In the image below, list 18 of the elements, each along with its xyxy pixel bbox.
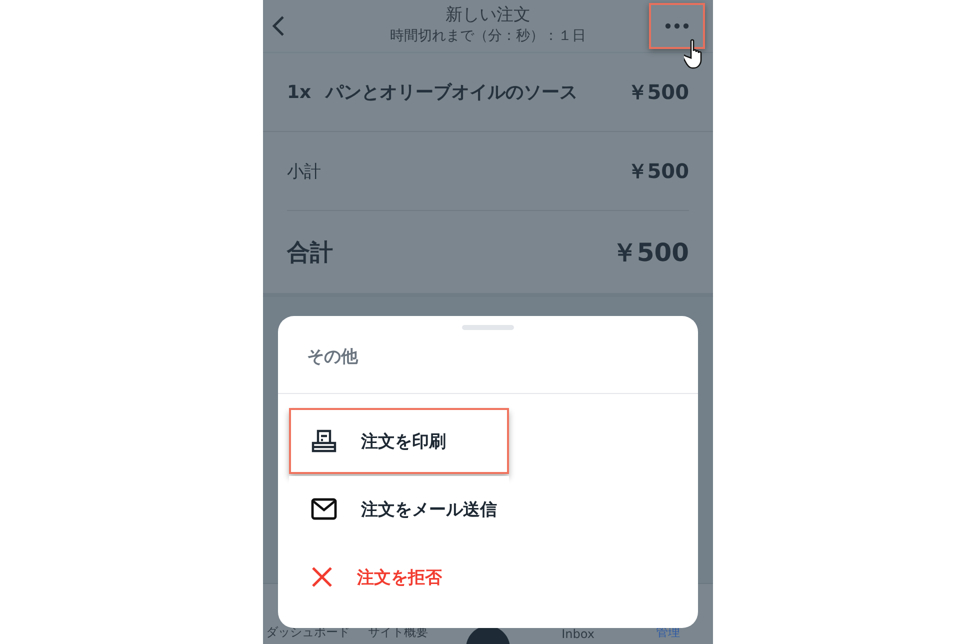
more-button[interactable] (649, 3, 705, 49)
subtotal-value: ￥500 (627, 158, 689, 184)
subtotal-label: 小計 (287, 160, 321, 182)
item-price: ￥500 (627, 78, 689, 106)
close-icon (311, 566, 333, 588)
total-label: 合計 (287, 238, 333, 268)
more-dots-icon (665, 23, 689, 29)
sheet-handle[interactable] (462, 325, 514, 330)
envelope-icon (311, 498, 337, 520)
screen-subtitle: 時間切れまで（分：秒）：１日 (390, 27, 586, 46)
sheet-title: その他 (306, 346, 360, 369)
item-name: 1x パンとオリーブオイルのソース (287, 81, 578, 104)
printer-icon (311, 429, 337, 453)
screen-title: 新しい注文 (446, 4, 530, 26)
sheet-action[interactable]: 注文を印刷 (289, 408, 509, 474)
back-chevron-icon (271, 15, 285, 37)
total-value: ￥500 (612, 236, 689, 268)
tab-item[interactable]: Inbox (562, 627, 594, 644)
